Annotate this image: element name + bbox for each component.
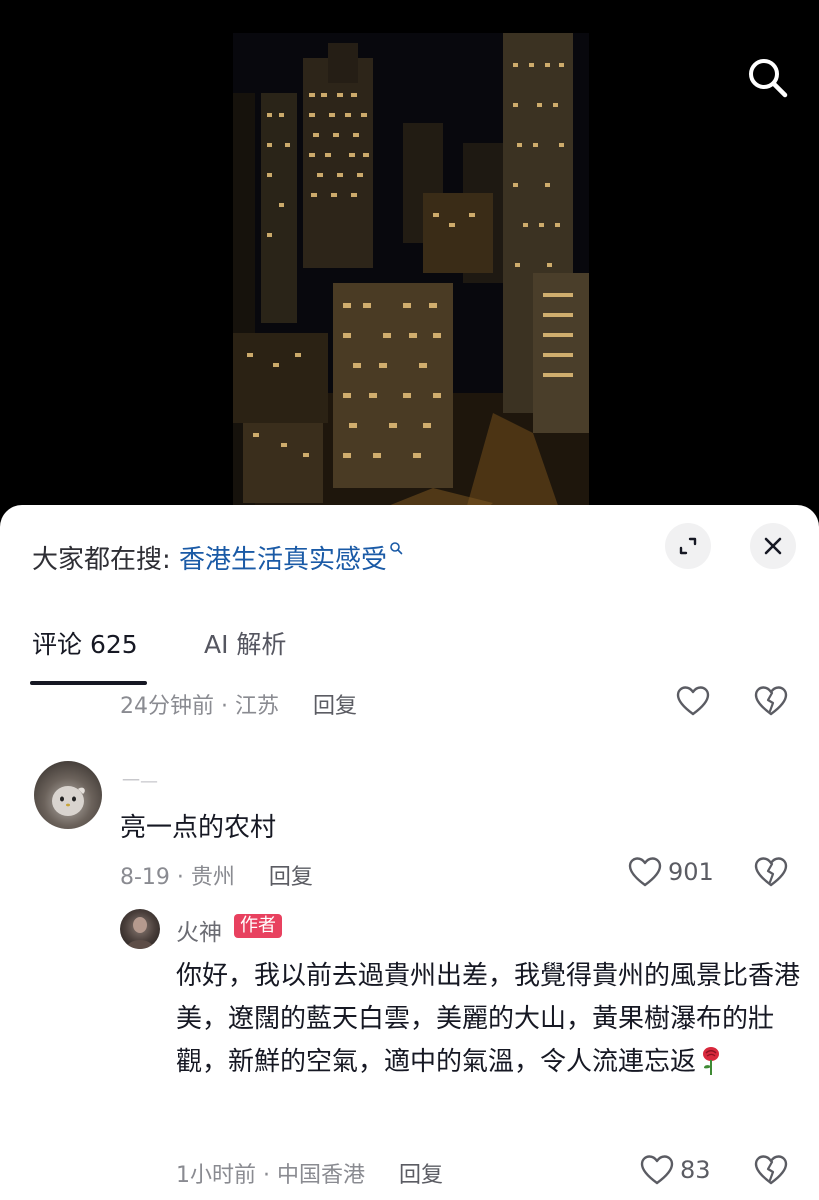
trending-search-bar[interactable]: 大家都在搜: 香港生活真实感受 [32, 539, 403, 576]
reply-button[interactable]: 回复 [313, 694, 357, 719]
comment-list[interactable]: 24分钟前 · 江苏 回复 一— 亮一点的农村 8-19 · 贵州 回复 901… [0, 685, 819, 1200]
night-city-image [233, 33, 589, 520]
broken-heart-icon [754, 857, 788, 887]
author-badge: 作者 [234, 914, 282, 938]
search-button[interactable] [742, 52, 792, 102]
small-search-icon [390, 542, 403, 555]
dislike-button[interactable] [754, 1154, 788, 1190]
reply-avatar[interactable] [120, 909, 160, 949]
like-button[interactable] [676, 685, 710, 717]
avatar[interactable] [34, 761, 102, 829]
comment-meta: 8-19 · 贵州 回复 [120, 859, 313, 891]
trending-search-term[interactable]: 香港生活真实感受 [179, 545, 387, 575]
rose-icon [703, 1047, 720, 1075]
like-button[interactable]: 901 [628, 856, 714, 888]
tab-ai-analysis[interactable]: AI 解析 [204, 625, 286, 661]
broken-heart-icon [754, 686, 788, 716]
broken-heart-icon [754, 1155, 788, 1185]
comment-time-location: 8-19 · 贵州 [120, 865, 235, 890]
close-icon [764, 537, 782, 555]
reply-username[interactable]: 火神 [176, 913, 222, 947]
expand-button[interactable] [665, 523, 711, 569]
like-count: 901 [668, 858, 714, 886]
dislike-button[interactable] [754, 856, 788, 892]
heart-icon [676, 686, 710, 716]
video-player[interactable] [0, 0, 819, 520]
avatar-image [126, 917, 154, 949]
like-count: 83 [680, 1156, 711, 1184]
dislike-button[interactable] [754, 685, 788, 721]
video-frame[interactable] [233, 33, 589, 520]
reply-text: 你好，我以前去過貴州出差，我覺得貴州的風景比香港美，遼闊的藍天白雲，美麗的大山，… [176, 955, 802, 1084]
like-button[interactable]: 83 [640, 1154, 711, 1186]
trending-prefix: 大家都在搜: [32, 545, 180, 575]
reply-meta: 1小时前 · 中国香港 回复 [176, 1157, 443, 1189]
comment-meta: 24分钟前 · 江苏 回复 [120, 688, 357, 720]
heart-icon [640, 1155, 674, 1185]
reply-time-location: 1小时前 · 中国香港 [176, 1163, 365, 1188]
avatar-image [52, 786, 85, 816]
comment-text: 亮一点的农村 [120, 813, 277, 843]
tab-comments[interactable]: 评论 625 [32, 625, 138, 661]
comment-username[interactable]: 一— [122, 767, 158, 793]
reply-button[interactable]: 回复 [269, 865, 313, 890]
comment-sheet: 大家都在搜: 香港生活真实感受 评论 625 AI 解析 24分钟前 · 江苏回… [0, 505, 819, 1200]
close-button[interactable] [750, 523, 796, 569]
expand-icon [679, 537, 697, 555]
reply-button[interactable]: 回复 [399, 1163, 443, 1188]
comment-tabs: 评论 625 AI 解析 [0, 615, 819, 685]
search-icon [749, 59, 788, 98]
comment-time-location: 24分钟前 · 江苏 [120, 694, 279, 719]
heart-icon [628, 857, 662, 887]
